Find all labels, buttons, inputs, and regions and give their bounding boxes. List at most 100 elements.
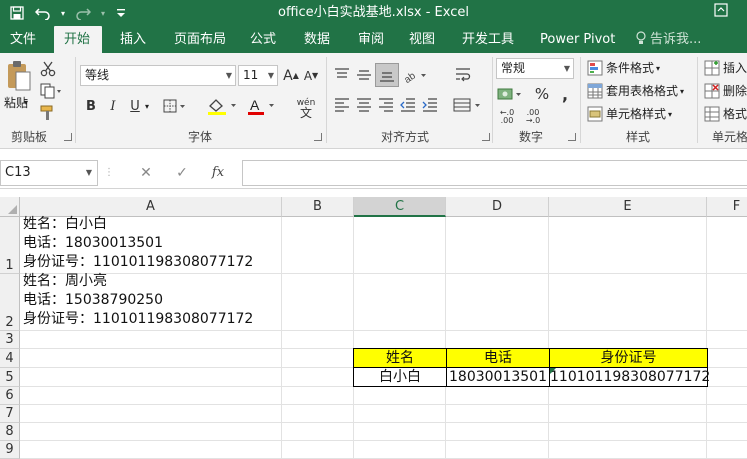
table-cell-phone[interactable]: 18030013501 [446, 367, 550, 387]
cell-b2[interactable] [282, 274, 354, 331]
column-header-e[interactable]: E [549, 197, 707, 217]
cell-f4[interactable] [707, 349, 747, 368]
column-header-b[interactable]: B [282, 197, 354, 217]
number-launcher-icon[interactable] [568, 133, 576, 141]
cell-b1[interactable] [282, 217, 354, 274]
cell-e3[interactable] [549, 331, 707, 349]
cut-icon[interactable] [38, 59, 58, 79]
column-header-c[interactable]: C [354, 197, 446, 217]
row-header-8[interactable]: 8 [0, 423, 20, 441]
fill-color-icon[interactable] [206, 95, 242, 117]
cell-styles-button[interactable]: 单元格样式 [606, 106, 666, 122]
tab-power-pivot[interactable]: Power Pivot [530, 26, 625, 53]
grow-font-button[interactable]: A ▲ [282, 65, 300, 86]
align-center-icon[interactable] [354, 95, 374, 115]
insert-function-button[interactable]: fx [206, 160, 230, 186]
cell-b9[interactable] [282, 441, 354, 459]
table-cell-id[interactable]: 110101198308077172 [549, 367, 710, 387]
font-launcher-icon[interactable] [314, 133, 322, 141]
formula-input[interactable] [242, 160, 747, 186]
format-cells-button[interactable]: 格式 [723, 106, 747, 122]
number-format-select[interactable]: 常规 ▼ [496, 58, 574, 79]
cell-d6[interactable] [446, 387, 549, 405]
cell-c3[interactable] [354, 331, 446, 349]
cell-f8[interactable] [707, 423, 747, 441]
table-header-phone[interactable]: 电话 [446, 348, 550, 368]
row-header-4[interactable]: 4 [0, 349, 20, 368]
alignment-launcher-icon[interactable] [482, 133, 490, 141]
cell-e1[interactable] [549, 217, 707, 274]
cell-b4[interactable] [282, 349, 354, 368]
cell-d8[interactable] [446, 423, 549, 441]
tab-insert[interactable]: 插入 [110, 26, 156, 53]
cell-a4[interactable] [20, 349, 282, 368]
row-header-9[interactable]: 9 [0, 441, 20, 459]
format-as-table-button[interactable]: 套用表格格式 [606, 83, 678, 99]
orientation-icon[interactable]: ab [402, 65, 432, 85]
decrease-indent-icon[interactable] [398, 95, 418, 115]
cell-c6[interactable] [354, 387, 446, 405]
format-painter-icon[interactable] [38, 103, 58, 123]
cell-a3[interactable] [20, 331, 282, 349]
cell-c9[interactable] [354, 441, 446, 459]
cell-d3[interactable] [446, 331, 549, 349]
phonetic-guide-button[interactable]: wén 文 [290, 95, 322, 121]
tell-me-search[interactable]: 告诉我... [626, 26, 711, 53]
name-box[interactable]: C13 ▼ [0, 160, 98, 186]
cell-c2[interactable] [354, 274, 446, 331]
underline-dropdown-icon[interactable]: ▾ [145, 99, 149, 115]
tab-page-layout[interactable]: 页面布局 [164, 26, 236, 53]
conditional-format-button[interactable]: 条件格式 [606, 60, 654, 76]
cell-c8[interactable] [354, 423, 446, 441]
cell-b8[interactable] [282, 423, 354, 441]
tab-developer[interactable]: 开发工具 [452, 26, 524, 53]
table-header-id[interactable]: 身份证号 [549, 348, 708, 368]
cell-d7[interactable] [446, 405, 549, 423]
cell-d2[interactable] [446, 274, 549, 331]
format-cells-icon[interactable] [703, 105, 721, 123]
cell-f1[interactable] [707, 217, 747, 274]
bold-button[interactable]: B [82, 95, 100, 117]
row-header-7[interactable]: 7 [0, 405, 20, 423]
conditional-format-icon[interactable] [586, 59, 604, 77]
cell-b7[interactable] [282, 405, 354, 423]
tab-review[interactable]: 审阅 [348, 26, 394, 53]
cell-b5[interactable] [282, 368, 354, 387]
insert-cells-button[interactable]: 插入 [723, 60, 747, 76]
insert-cells-icon[interactable] [703, 59, 721, 77]
font-color-icon[interactable]: A [246, 95, 282, 117]
cell-f6[interactable] [707, 387, 747, 405]
cell-c1[interactable] [354, 217, 446, 274]
cell-a7[interactable] [20, 405, 282, 423]
clipboard-launcher-icon[interactable] [64, 133, 72, 141]
cell-styles-dropdown-icon[interactable]: ▾ [668, 107, 672, 123]
cell-e8[interactable] [549, 423, 707, 441]
row-header-2[interactable]: 2 [0, 274, 20, 331]
cell-f7[interactable] [707, 405, 747, 423]
cell-b3[interactable] [282, 331, 354, 349]
conditional-format-dropdown-icon[interactable]: ▾ [656, 61, 660, 77]
row-header-3[interactable]: 3 [0, 331, 20, 349]
copy-icon[interactable] [38, 81, 64, 101]
cell-f3[interactable] [707, 331, 747, 349]
row-header-1[interactable]: 1 [0, 217, 20, 274]
format-as-table-dropdown-icon[interactable]: ▾ [680, 84, 684, 100]
cell-c7[interactable] [354, 405, 446, 423]
paste-icon[interactable] [4, 59, 34, 93]
cell-b6[interactable] [282, 387, 354, 405]
percent-style-button[interactable]: % [532, 83, 552, 105]
column-header-f[interactable]: F [707, 197, 747, 217]
enter-icon[interactable]: ✓ [170, 160, 194, 186]
table-cell-name[interactable]: 白小白 [353, 367, 447, 387]
row-header-6[interactable]: 6 [0, 387, 20, 405]
tab-home[interactable]: 开始 [54, 26, 102, 53]
cell-f9[interactable] [707, 441, 747, 459]
italic-button[interactable]: I [104, 95, 122, 117]
decrease-decimal-icon[interactable]: .00 →.0 [522, 107, 544, 127]
cell-d1[interactable] [446, 217, 549, 274]
merge-center-icon[interactable] [452, 95, 486, 115]
cell-a6[interactable] [20, 387, 282, 405]
align-top-icon[interactable] [332, 65, 352, 85]
ribbon-display-options-icon[interactable] [711, 3, 731, 23]
cell-d9[interactable] [446, 441, 549, 459]
